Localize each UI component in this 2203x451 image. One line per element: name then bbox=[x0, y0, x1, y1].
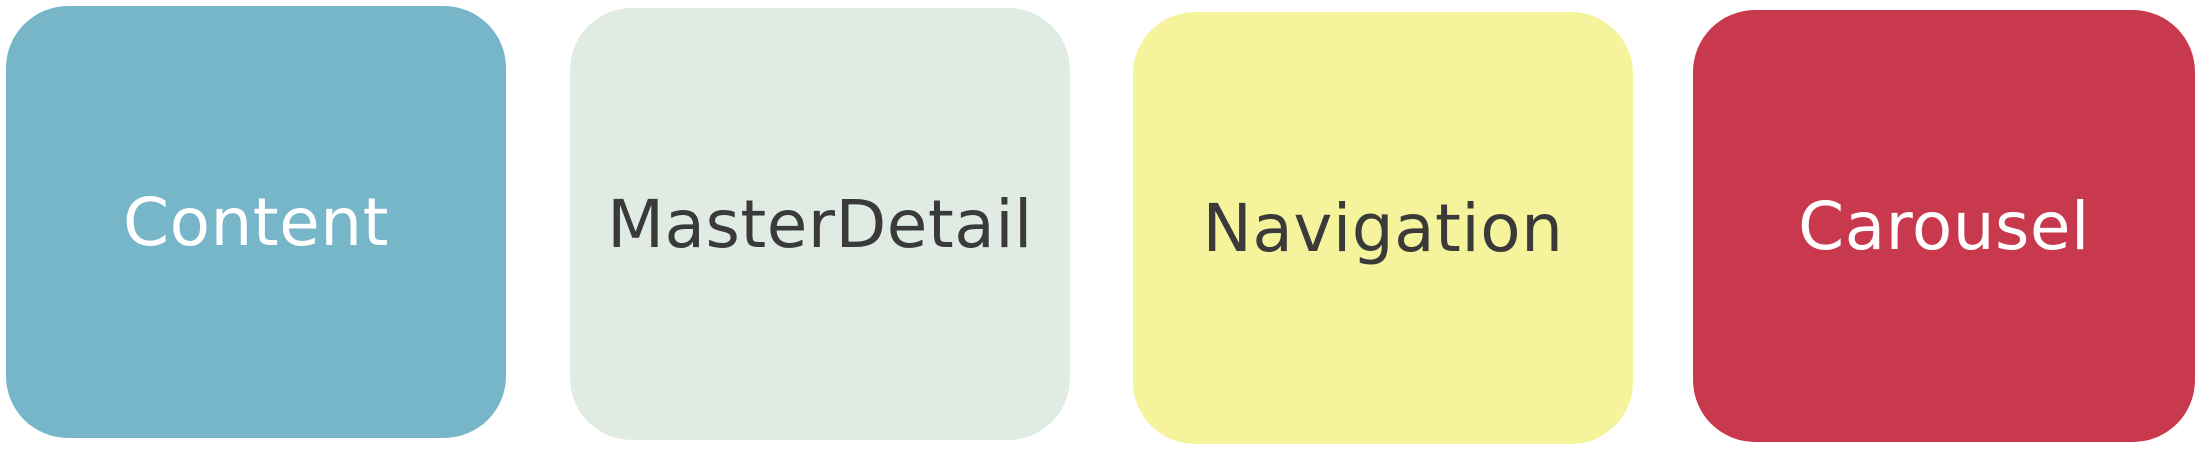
tile-masterdetail-label: MasterDetail bbox=[607, 185, 1033, 263]
tile-carousel-label: Carousel bbox=[1798, 187, 2090, 265]
tile-navigation-label: Navigation bbox=[1202, 189, 1564, 267]
tile-navigation[interactable]: Navigation bbox=[1133, 12, 1633, 444]
tile-masterdetail[interactable]: MasterDetail bbox=[570, 8, 1070, 440]
page-type-tiles: Content MasterDetail Navigation Carousel bbox=[0, 0, 2203, 451]
tile-content[interactable]: Content bbox=[6, 6, 506, 438]
tile-content-label: Content bbox=[123, 183, 389, 261]
tile-carousel[interactable]: Carousel bbox=[1693, 10, 2195, 442]
